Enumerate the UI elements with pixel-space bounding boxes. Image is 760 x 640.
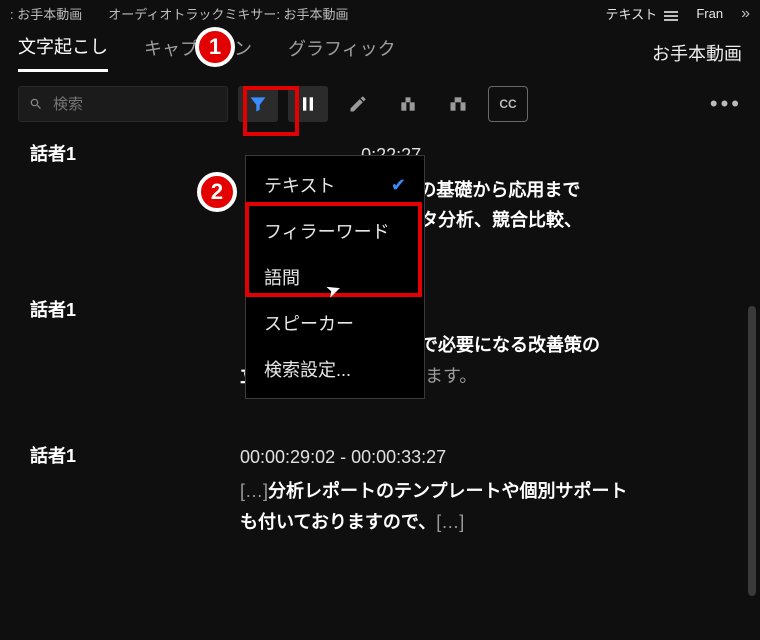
speaker-label: 話者1 [30, 296, 240, 392]
transcription-toolbar: CC ••• [0, 72, 760, 136]
option-label: テキスト [264, 172, 335, 198]
search-icon [29, 96, 43, 112]
edit-button[interactable] [338, 86, 378, 122]
panel-label-center: オーディオトラックミキサー: お手本動画 [108, 4, 348, 23]
timestamp: 00:00:29:02 - 00:00:33:27 [240, 442, 740, 473]
panel-label-right-cut: Fran [696, 6, 723, 21]
filter-option-gap[interactable]: 語間 [246, 254, 424, 300]
search-input[interactable] [53, 96, 217, 113]
transcript-line: も付いておりますので、[…] [240, 507, 740, 538]
search-input-container[interactable] [18, 86, 228, 122]
panel-label-left: : お手本動画 [10, 4, 82, 23]
filter-button[interactable] [238, 86, 278, 122]
cc-button[interactable]: CC [488, 86, 528, 122]
overwrite-button[interactable] [438, 86, 478, 122]
segments-icon [298, 94, 318, 114]
tab-graphic[interactable]: グラフィック [288, 35, 396, 71]
filter-icon [248, 94, 268, 114]
filter-dropdown: テキスト ✔ フィラーワード 語間 スピーカー 検索設定... [245, 155, 425, 399]
pencil-icon [348, 94, 368, 114]
option-label: フィラーワード [264, 218, 390, 244]
filter-option-settings[interactable]: 検索設定... [246, 346, 424, 392]
tab-transcription[interactable]: 文字起こし [18, 33, 108, 72]
more-menu-button[interactable]: ••• [710, 91, 742, 117]
insert-button[interactable] [388, 86, 428, 122]
transcript-line: […]分析レポートのテンプレートや個別サポート [240, 476, 740, 507]
filter-option-filler[interactable]: フィラーワード [246, 208, 424, 254]
sequence-name: お手本動画 [652, 40, 742, 66]
filter-option-text[interactable]: テキスト ✔ [246, 162, 424, 208]
subtabs: 文字起こし キャプション グラフィック お手本動画 [0, 29, 760, 72]
text-panel-button[interactable]: テキスト [606, 4, 679, 23]
tab-caption[interactable]: キャプション [144, 35, 252, 71]
pause-segments-button[interactable] [288, 86, 328, 122]
scrollbar[interactable] [748, 306, 756, 596]
transcript-body: 00:00:29:02 - 00:00:33:27 […]分析レポートのテンプレ… [240, 442, 740, 538]
overwrite-icon [448, 94, 468, 114]
option-label: 語間 [264, 264, 300, 290]
filter-option-speaker[interactable]: スピーカー [246, 300, 424, 346]
speaker-label: 話者1 [30, 140, 240, 236]
speaker-label: 話者1 [30, 442, 240, 538]
transcript-entry[interactable]: 話者1 00:00:29:02 - 00:00:33:27 […]分析レポートの… [30, 442, 740, 538]
panel-breadcrumb: : お手本動画 オーディオトラックミキサー: お手本動画 テキスト Fran » [0, 0, 760, 29]
option-label: 検索設定... [264, 356, 351, 382]
insert-icon [398, 94, 418, 114]
check-icon: ✔ [391, 175, 406, 196]
expand-icon[interactable]: » [741, 5, 750, 23]
option-label: スピーカー [264, 310, 354, 336]
menu-icon [664, 9, 678, 23]
